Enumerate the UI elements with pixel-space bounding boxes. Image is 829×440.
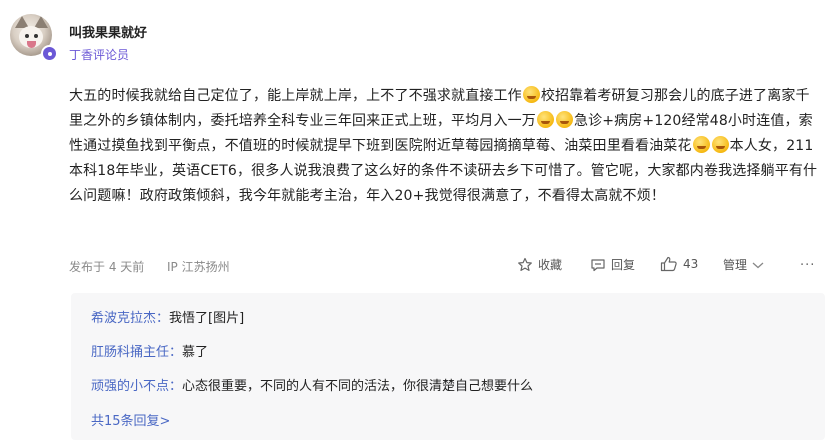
more-options-button[interactable]: ··· — [800, 258, 815, 273]
comment-text: 心态很重要，不同的人有不同的活法，你很清楚自己想要什么 — [182, 379, 534, 394]
grin-emoji-icon — [692, 136, 710, 153]
laughing-emoji-icon — [522, 86, 540, 103]
comment-icon — [591, 258, 605, 271]
comment-text: 我悟了[图片] — [169, 311, 245, 326]
post-content: 大五的时候我就给自己定位了，能上岸就上岸，上不了不强求就直接工作 校招靠着考研复习… — [69, 84, 821, 209]
view-all-replies-link[interactable]: 共15条回复> — [91, 410, 170, 429]
like-button[interactable]: 43 — [660, 256, 698, 272]
commenter-name[interactable]: 顽强的小不点： — [91, 379, 182, 394]
author-name[interactable]: 叫我果果就好 — [69, 22, 147, 41]
post-header: 叫我果果就好 丁香评论员 — [10, 14, 810, 64]
smile-emoji-icon — [555, 111, 573, 128]
commenter-name[interactable]: 希波克拉杰： — [91, 311, 169, 326]
commenter-name[interactable]: 肛肠科捅主任： — [91, 345, 182, 360]
more-icon: ··· — [800, 258, 816, 273]
favorite-button[interactable]: 收藏 — [517, 256, 562, 273]
comment-text: 慕了 — [182, 345, 209, 360]
like-count: 43 — [683, 257, 699, 271]
post-ip: IP 江苏扬州 — [167, 260, 230, 274]
chevron-down-icon — [752, 262, 764, 268]
favorite-label: 收藏 — [538, 258, 563, 272]
comment-preview-box: 希波克拉杰：我悟了[图片] 肛肠科捅主任：慕了 顽强的小不点：心态很重要，不同的… — [71, 293, 825, 440]
post-text-1: 大五的时候我就给自己定位了，能上岸就上岸，上不了不强求就直接工作 — [69, 88, 522, 104]
comment-item[interactable]: 顽强的小不点：心态很重要，不同的人有不同的活法，你很清楚自己想要什么 — [91, 375, 533, 394]
thumbs-up-icon — [660, 256, 677, 272]
post-time: 发布于 4 天前 — [69, 260, 145, 274]
verified-badge-icon — [41, 45, 58, 62]
comment-item[interactable]: 肛肠科捅主任：慕了 — [91, 341, 208, 360]
star-icon — [518, 257, 532, 271]
comment-item[interactable]: 希波克拉杰：我悟了[图片] — [91, 307, 244, 326]
manage-label: 管理 — [723, 258, 748, 272]
post-meta: 发布于 4 天前 IP 江苏扬州 收藏 回复 43 管理 ··· — [69, 256, 821, 276]
reply-button[interactable]: 回复 — [590, 256, 635, 273]
reply-label: 回复 — [611, 258, 636, 272]
grin-emoji-icon — [711, 136, 729, 153]
author-tag: 丁香评论员 — [69, 48, 130, 62]
smile-emoji-icon — [536, 111, 554, 128]
manage-dropdown[interactable]: 管理 — [723, 256, 765, 273]
